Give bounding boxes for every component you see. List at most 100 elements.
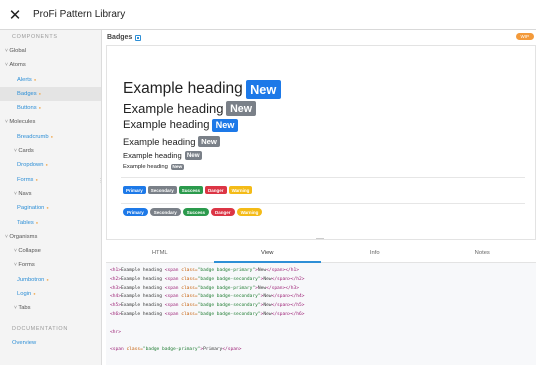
divider xyxy=(121,203,525,204)
sidebar-heading-documentation: DOCUMENTATION xyxy=(12,325,68,332)
code-tag: <h4> xyxy=(110,294,121,300)
code-tag: <span xyxy=(164,285,182,291)
code-panel: <h1>Example heading <span class="badge b… xyxy=(106,263,536,365)
sidebar-item-label: Pagination xyxy=(17,205,45,212)
code-string: "badge badge-primary" xyxy=(197,268,256,273)
panel-icon[interactable] xyxy=(135,34,142,41)
sidebar-item-label: Organisms xyxy=(9,233,38,240)
sidebar-item-label: Overview xyxy=(12,339,37,346)
sidebar-item[interactable]: Jumbotron ● xyxy=(0,273,101,287)
code-text: Example heading xyxy=(120,268,165,273)
sidebar-item-label: Jumbotron xyxy=(17,276,45,283)
heading-text: Example heading xyxy=(123,136,196,148)
code-tag: <span xyxy=(110,347,127,353)
badge-warning: Warning xyxy=(228,186,253,194)
heading-level-5: Example heading New xyxy=(123,151,202,160)
sidebar-item[interactable]: Forms ● xyxy=(0,173,101,187)
sidebar-item[interactable]: ˅ Organisms xyxy=(0,230,101,244)
tab-html[interactable]: HTML xyxy=(106,243,214,262)
code-tag: <span xyxy=(164,303,182,309)
sidebar-item[interactable]: ˅ Cards xyxy=(0,144,101,158)
code-attr: class= xyxy=(181,276,198,282)
sidebar-item[interactable]: Dropdown ● xyxy=(0,158,101,172)
sidebar-item[interactable]: ˅ Navs xyxy=(0,187,101,201)
sidebar-item[interactable]: ˅ Forms xyxy=(0,258,101,272)
code-text: New xyxy=(263,303,272,309)
sidebar-item[interactable]: Badges ● xyxy=(0,86,101,102)
sidebar-item[interactable]: Pagination ● xyxy=(0,201,101,215)
pill-badge-row: Primary Secondary Success Danger Warning xyxy=(123,208,264,216)
code-text: Primary xyxy=(203,347,223,353)
tab-bar: HTML View Info Notes xyxy=(106,243,536,263)
code-tag: </span></h1> xyxy=(266,268,299,273)
page-title: Badges xyxy=(107,34,133,41)
sidebar-item-label: Forms xyxy=(17,176,34,183)
sidebar-item[interactable]: ˅ Molecules xyxy=(0,115,101,129)
code-tag: <h5> xyxy=(110,303,121,309)
status-dot-icon: ● xyxy=(46,276,49,282)
status-dot-icon: ● xyxy=(50,133,53,139)
sidebar-item-label: Collapse xyxy=(18,248,41,255)
sidebar-item-label: Cards xyxy=(18,148,34,155)
resize-handle-icon[interactable]: ⋮ xyxy=(98,178,103,184)
sidebar-item-label: Buttons xyxy=(17,105,37,112)
divider xyxy=(121,177,525,178)
code-tag: </span></h4> xyxy=(271,294,305,300)
sidebar-item[interactable]: Breadcrumb ● xyxy=(0,130,101,144)
code-string: "badge badge-secondary" xyxy=(197,276,261,282)
code-text: Example heading xyxy=(120,311,165,317)
sidebar-item-label: Dropdown xyxy=(17,162,44,169)
sidebar-item[interactable]: ˅ Tabs xyxy=(0,301,101,315)
code-tag: <h2> xyxy=(110,276,121,282)
status-dot-icon: ● xyxy=(33,76,37,82)
sidebar-item[interactable]: ˅ Global xyxy=(0,44,101,58)
code-blank xyxy=(110,320,532,329)
close-icon[interactable]: ✕ xyxy=(0,0,30,30)
status-dot-icon: ● xyxy=(35,219,39,225)
code-string: "badge badge-secondary" xyxy=(197,294,261,300)
code-text: Example heading xyxy=(120,294,165,300)
heading-level-2: Example heading New xyxy=(123,101,256,117)
code-text: New xyxy=(263,294,272,300)
heading-level-1: Example heading New xyxy=(123,80,281,99)
sidebar-item[interactable]: ˅ Atoms xyxy=(0,58,101,72)
code-tag: <span xyxy=(164,311,182,317)
sidebar-item-label: Badges xyxy=(17,90,37,97)
pill-badge-secondary: Secondary xyxy=(149,208,181,216)
tab-view[interactable]: View xyxy=(213,243,322,263)
pill-badge-danger: Danger xyxy=(211,208,235,216)
code-tag: </span></h6> xyxy=(271,311,305,317)
code-attr: class= xyxy=(181,268,198,273)
sidebar-item-overview[interactable]: Overview xyxy=(0,336,101,350)
sidebar-item[interactable]: ˅ Collapse xyxy=(0,244,101,258)
heading-level-4: Example heading New xyxy=(123,136,220,148)
status-badge: WIP xyxy=(515,33,534,40)
preview-resize-bar[interactable] xyxy=(316,238,324,239)
code-tag: <span xyxy=(164,276,182,282)
code-tag: <span xyxy=(164,294,182,300)
code-tag: <span xyxy=(164,268,182,273)
tab-info[interactable]: Info xyxy=(321,243,429,262)
code-string: "badge badge-secondary" xyxy=(197,311,261,317)
sidebar-item-label: Tables xyxy=(17,219,34,226)
tab-notes[interactable]: Notes xyxy=(429,243,536,262)
sidebar-item[interactable]: Buttons ● xyxy=(0,101,101,115)
code-tag: <h3> xyxy=(110,285,121,291)
badge-row: Primary Secondary Success Danger Warning xyxy=(123,186,254,194)
sidebar-item[interactable]: Tables ● xyxy=(0,216,101,230)
status-dot-icon: ● xyxy=(33,291,36,297)
code-tag: <h1> xyxy=(110,268,121,273)
badge-new: New xyxy=(184,151,202,160)
sidebar-item-label: Atoms xyxy=(9,62,26,69)
code-line: <h6>Example heading <span class="badge b… xyxy=(110,311,532,320)
badge-new: New xyxy=(198,136,220,148)
sidebar-item[interactable]: Login ● xyxy=(0,287,101,301)
main-header: Badges WIP xyxy=(102,30,536,45)
code-line: <span class="badge badge-primary">Primar… xyxy=(110,346,532,355)
pattern-preview: Example heading New Example heading New Exam… xyxy=(106,45,536,240)
app-title: ProFi Pattern Library xyxy=(33,9,126,20)
code-text: Example heading xyxy=(120,276,165,282)
code-text: Example heading xyxy=(120,303,165,309)
sidebar-item[interactable]: Alerts ● xyxy=(0,73,101,87)
sidebar-item-label: Alerts xyxy=(17,76,32,83)
